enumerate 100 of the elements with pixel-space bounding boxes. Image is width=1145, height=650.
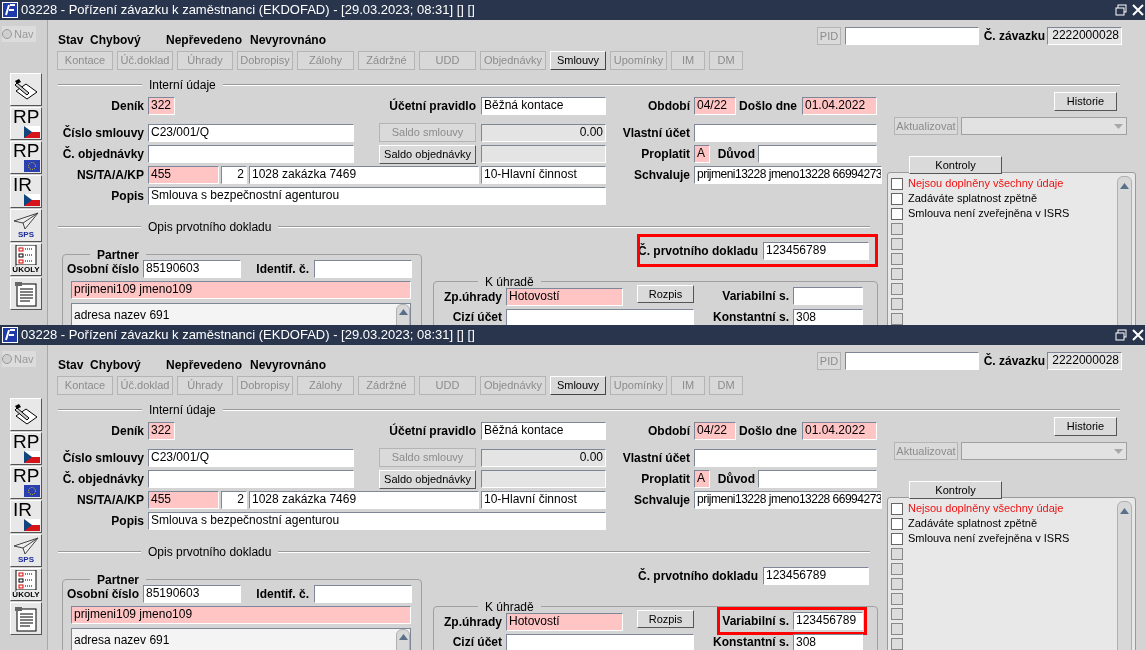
input-field[interactable]: 1028 zakázka 7469 (249, 166, 479, 184)
tab-button[interactable]: Smlouvy (550, 51, 606, 70)
sidebar-button[interactable] (10, 73, 42, 106)
input-field[interactable]: C23/001/Q (148, 449, 354, 467)
checkbox[interactable] (891, 177, 903, 190)
input-field[interactable]: prijmeni109 jmeno109 (71, 606, 411, 624)
input-field[interactable]: Běžná kontace (481, 422, 606, 440)
checkbox[interactable] (891, 207, 903, 220)
input-field[interactable]: Smlouva s bezpečnostní agenturou (148, 187, 606, 205)
button[interactable]: Historie (1054, 92, 1117, 111)
input-field[interactable]: Hotovostí (506, 613, 623, 631)
address-field[interactable]: adresa nazev 691 (71, 303, 411, 325)
sidebar-button[interactable]: ÚKOLY (10, 243, 42, 276)
input-field[interactable] (845, 352, 979, 370)
input-field[interactable]: 04/22 (694, 422, 736, 440)
sidebar-button[interactable]: RP (10, 107, 42, 140)
button[interactable]: Saldo objednávky (379, 470, 476, 489)
sidebar-button[interactable]: RP (10, 466, 42, 499)
checkbox[interactable] (891, 237, 903, 250)
input-field[interactable] (845, 27, 979, 45)
input-field[interactable]: Běžná kontace (481, 97, 606, 115)
sidebar-button[interactable]: RP (10, 432, 42, 465)
checkbox[interactable] (891, 622, 903, 635)
checkbox[interactable] (891, 517, 903, 530)
checkbox[interactable] (891, 607, 903, 620)
input-field[interactable]: 0.00 (481, 449, 606, 467)
checkbox[interactable] (891, 562, 903, 575)
sidebar-button[interactable] (10, 398, 42, 431)
input-field[interactable]: 455 (148, 166, 219, 184)
input-field[interactable]: 123456789 (763, 242, 869, 260)
input-field[interactable] (694, 449, 877, 467)
input-field[interactable] (148, 470, 354, 488)
input-field[interactable]: 85190603 (143, 585, 241, 603)
checkbox[interactable] (891, 297, 903, 310)
sidebar-button[interactable]: IR (10, 500, 42, 533)
button[interactable]: Historie (1054, 417, 1117, 436)
input-field[interactable] (481, 145, 606, 163)
sidebar-button[interactable] (10, 602, 42, 635)
input-field[interactable]: 455 (148, 491, 219, 509)
input-field[interactable]: prijmeni13228 jmeno13228 66994273 (694, 166, 882, 184)
input-field[interactable]: 322 (148, 97, 175, 115)
button[interactable]: Kontroly (909, 156, 1002, 174)
checkbox[interactable] (891, 312, 903, 325)
input-field[interactable] (148, 145, 354, 163)
input-field[interactable]: prijmeni109 jmeno109 (71, 281, 411, 299)
input-field[interactable] (758, 470, 877, 488)
input-field[interactable]: 2 (221, 491, 247, 509)
sidebar-button[interactable]: SPS (10, 534, 42, 567)
checkbox[interactable] (891, 252, 903, 265)
sidebar-button[interactable] (10, 277, 42, 310)
checkbox[interactable] (891, 592, 903, 605)
input-field[interactable]: 123456789 (793, 612, 863, 630)
checkbox[interactable] (891, 577, 903, 590)
input-field[interactable]: 1028 zakázka 7469 (249, 491, 479, 509)
input-field[interactable] (758, 145, 877, 163)
input-field[interactable] (506, 634, 694, 650)
input-field[interactable]: 308 (793, 309, 863, 325)
checkbox[interactable] (891, 547, 903, 560)
address-field[interactable]: adresa nazev 691 (71, 628, 411, 650)
input-field[interactable]: 2222000028 (1047, 27, 1122, 45)
input-field[interactable]: A (694, 145, 710, 163)
sidebar-button[interactable]: ÚKOLY (10, 568, 42, 601)
checkbox[interactable] (891, 637, 903, 650)
input-field[interactable]: 2 (221, 166, 247, 184)
sidebar-button[interactable]: RP (10, 141, 42, 174)
input-field[interactable]: prijmeni13228 jmeno13228 66994273 (694, 491, 882, 509)
checkbox[interactable] (891, 222, 903, 235)
input-field[interactable] (314, 585, 412, 603)
input-field[interactable]: 01.04.2022 (802, 97, 877, 115)
button[interactable]: Rozpis (637, 285, 694, 303)
input-field[interactable]: 10-Hlavní činnost (481, 166, 606, 184)
tab-button[interactable]: Smlouvy (550, 376, 606, 395)
input-field[interactable] (481, 470, 606, 488)
input-field[interactable] (506, 309, 694, 325)
scrollbar[interactable] (1117, 176, 1132, 325)
checkbox[interactable] (891, 267, 903, 280)
input-field[interactable]: 10-Hlavní činnost (481, 491, 606, 509)
input-field[interactable] (793, 287, 863, 305)
input-field[interactable]: Smlouva s bezpečnostní agenturou (148, 512, 606, 530)
input-field[interactable]: 308 (793, 634, 863, 650)
input-field[interactable]: 123456789 (763, 567, 869, 585)
scrollbar[interactable] (1117, 501, 1132, 650)
input-field[interactable]: C23/001/Q (148, 124, 354, 142)
button[interactable]: Kontroly (909, 481, 1002, 499)
sidebar-button[interactable]: IR (10, 175, 42, 208)
input-field[interactable]: 85190603 (143, 260, 241, 278)
input-field[interactable]: 0.00 (481, 124, 606, 142)
input-field[interactable]: Hotovostí (506, 288, 623, 306)
button[interactable]: Saldo objednávky (379, 145, 476, 164)
checkbox[interactable] (891, 192, 903, 205)
button[interactable]: Rozpis (637, 610, 694, 628)
input-field[interactable]: A (694, 470, 710, 488)
checkbox[interactable] (891, 532, 903, 545)
checkbox[interactable] (891, 282, 903, 295)
sidebar-button[interactable]: SPS (10, 209, 42, 242)
input-field[interactable]: 2222000028 (1047, 352, 1122, 370)
input-field[interactable] (694, 124, 877, 142)
checkbox[interactable] (891, 502, 903, 515)
input-field[interactable]: 04/22 (694, 97, 736, 115)
input-field[interactable]: 322 (148, 422, 175, 440)
